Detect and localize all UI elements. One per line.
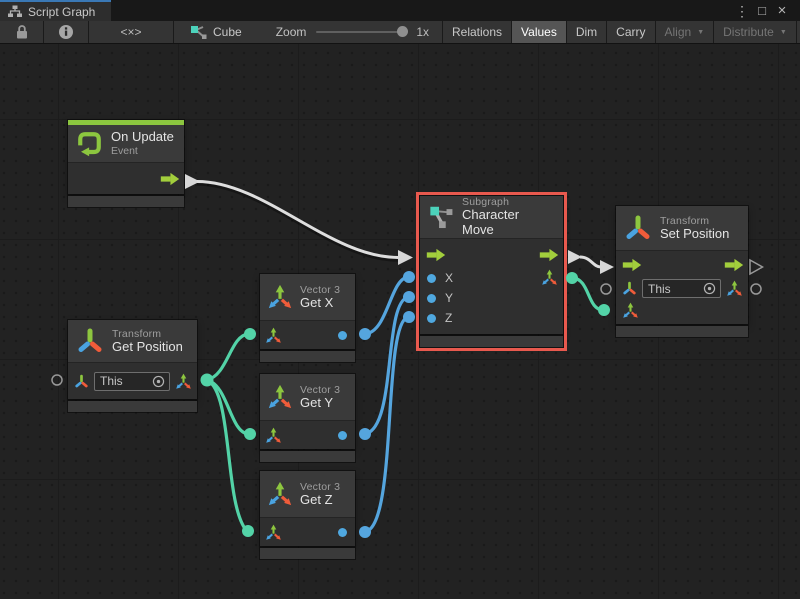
title-bar: Script Graph ⋮ □ × — [0, 0, 800, 21]
distribute-button[interactable]: Distribute ▼ — [714, 21, 797, 43]
tab-title: Script Graph — [28, 5, 95, 19]
relations-button[interactable]: Relations — [443, 21, 512, 43]
lock-button[interactable] — [0, 21, 44, 43]
node-category: Vector 3 — [300, 284, 340, 296]
transform-icon — [76, 327, 104, 355]
vector3-icon — [267, 481, 293, 507]
zoom-slider[interactable] — [316, 31, 406, 33]
vector3-icon — [267, 284, 293, 310]
node-set-position[interactable]: Transform Set Position This — [616, 206, 748, 337]
node-title: Get Position — [112, 340, 183, 355]
target-picker-icon[interactable] — [151, 374, 166, 389]
vector3-output-port[interactable] — [175, 373, 192, 390]
target-picker-icon[interactable] — [702, 281, 717, 296]
graph-node-icon — [190, 25, 207, 40]
node-title: Get Y — [300, 396, 340, 411]
node-title: Get Z — [300, 493, 340, 508]
trigger-output-port[interactable] — [724, 258, 744, 272]
code-view-button[interactable]: <×> — [89, 21, 174, 43]
node-title: Set Position — [660, 227, 729, 242]
this-object-field[interactable]: This — [642, 279, 721, 298]
vector3-input-port[interactable] — [265, 327, 282, 344]
script-graph-window: { "window": { "tab_title": "Script Graph… — [0, 0, 800, 599]
vector3-output-port[interactable] — [726, 280, 743, 297]
dim-button[interactable]: Dim — [567, 21, 607, 43]
trigger-output-port[interactable] — [539, 248, 559, 262]
trigger-output-port[interactable] — [160, 172, 180, 186]
vector3-input-port[interactable] — [265, 427, 282, 444]
node-character-move[interactable]: Subgraph Character Move X Y Z — [420, 196, 563, 347]
on-update-loop-icon — [76, 130, 103, 157]
zoom-label: Zoom — [276, 25, 307, 39]
window-controls: ⋮ □ × — [732, 0, 800, 21]
node-on-update[interactable]: On Update Event — [68, 120, 184, 207]
lock-icon — [14, 24, 30, 40]
trigger-input-port[interactable] — [426, 248, 446, 262]
node-category: Transform — [660, 215, 729, 227]
node-footer — [68, 196, 184, 207]
subgraph-icon — [428, 204, 454, 230]
align-button[interactable]: Align ▼ — [656, 21, 715, 43]
tab-script-graph[interactable]: Script Graph — [0, 0, 111, 21]
float-output-port[interactable] — [338, 431, 347, 440]
dropdown-arrow-icon: ▼ — [780, 29, 787, 36]
vector3-input-port[interactable] — [265, 524, 282, 541]
node-title: Character Move — [462, 208, 553, 238]
node-get-y[interactable]: Vector 3 Get Y — [260, 374, 355, 462]
close-icon[interactable]: × — [772, 1, 792, 21]
script-graph-icon — [8, 5, 22, 18]
graph-context-group: Cube Zoom 1x — [174, 21, 443, 43]
dropdown-arrow-icon: ▼ — [697, 29, 704, 36]
vector3-output-port[interactable] — [541, 269, 558, 286]
node-title: Get X — [300, 296, 340, 311]
info-icon — [58, 24, 74, 40]
zoom-slider-handle[interactable] — [397, 26, 408, 37]
node-title: On Update — [111, 130, 174, 145]
node-footer — [260, 351, 355, 362]
node-category: Transform — [112, 328, 183, 340]
node-footer — [260, 548, 355, 559]
float-output-port[interactable] — [338, 331, 347, 340]
vector3-input-port[interactable] — [622, 302, 639, 319]
transform-icon — [624, 214, 652, 242]
target-object-label: Cube — [213, 25, 242, 39]
node-footer — [420, 336, 563, 347]
trigger-input-port[interactable] — [622, 258, 642, 272]
info-button[interactable] — [44, 21, 89, 43]
zoom-value: 1x — [416, 25, 429, 39]
port-label-z: Z — [445, 311, 452, 325]
transform-port-icon[interactable] — [74, 374, 89, 389]
port-label-x: X — [445, 271, 453, 285]
node-get-position[interactable]: Transform Get Position This — [68, 320, 197, 412]
node-footer — [68, 401, 197, 412]
carry-button[interactable]: Carry — [607, 21, 655, 43]
y-input-port[interactable] — [427, 294, 436, 303]
node-get-x[interactable]: Vector 3 Get X — [260, 274, 355, 362]
graph-toolbar: <×> Cube Zoom 1x Relations Values Dim Ca… — [0, 21, 800, 44]
values-button[interactable]: Values — [512, 21, 567, 43]
node-footer — [260, 451, 355, 462]
transform-port-icon[interactable] — [622, 281, 637, 296]
node-category: Vector 3 — [300, 481, 340, 493]
node-footer — [616, 326, 748, 337]
float-output-port[interactable] — [338, 528, 347, 537]
z-input-port[interactable] — [427, 314, 436, 323]
node-subtitle: Event — [111, 145, 174, 157]
code-icon: <×> — [120, 25, 141, 39]
window-menu-icon[interactable]: ⋮ — [732, 1, 752, 21]
node-get-z[interactable]: Vector 3 Get Z — [260, 471, 355, 559]
this-object-field[interactable]: This — [94, 372, 170, 391]
vector3-icon — [267, 384, 293, 410]
port-label-y: Y — [445, 291, 453, 305]
node-category: Vector 3 — [300, 384, 340, 396]
maximize-icon[interactable]: □ — [752, 1, 772, 21]
x-input-port[interactable] — [427, 274, 436, 283]
